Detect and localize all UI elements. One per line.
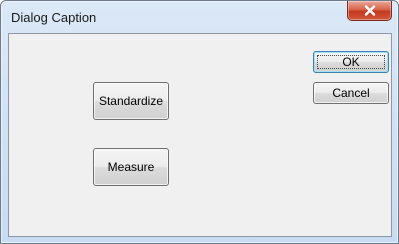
measure-button[interactable]: Measure xyxy=(93,148,169,186)
dialog-client-area: OK Cancel Standardize Measure xyxy=(8,33,392,237)
cancel-button-label: Cancel xyxy=(332,86,370,100)
dialog-title: Dialog Caption xyxy=(11,10,97,25)
close-button[interactable] xyxy=(347,1,392,21)
measure-button-label: Measure xyxy=(107,160,155,174)
standardize-button-label: Standardize xyxy=(98,94,164,108)
ok-button[interactable]: OK xyxy=(313,51,389,73)
dialog-window: Dialog Caption OK Cancel Standardize Mea… xyxy=(0,0,399,244)
standardize-button[interactable]: Standardize xyxy=(93,82,169,120)
close-icon xyxy=(364,5,376,16)
title-bar[interactable]: Dialog Caption xyxy=(1,1,398,33)
cancel-button[interactable]: Cancel xyxy=(313,82,389,104)
ok-button-label: OK xyxy=(342,55,360,69)
